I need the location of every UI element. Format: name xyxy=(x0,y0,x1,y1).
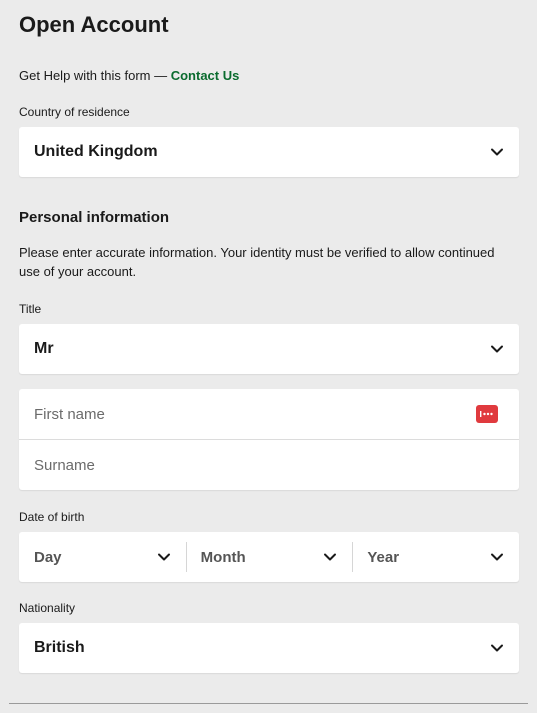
dob-month-value: Month xyxy=(200,548,246,566)
chevron-down-icon xyxy=(490,145,504,159)
name-fields-group xyxy=(19,389,519,490)
dob-month-select[interactable]: Month xyxy=(185,532,353,582)
first-name-row xyxy=(19,389,519,439)
personal-info-description: Please enter accurate information. Your … xyxy=(19,245,495,279)
nationality-value: British xyxy=(34,639,85,656)
personal-info-heading: Personal information xyxy=(19,209,170,226)
nationality-select[interactable]: British xyxy=(19,623,519,673)
country-label: Country of residence xyxy=(19,105,130,119)
dob-select-group: Day Month Year xyxy=(19,532,519,582)
dob-year-value: Year xyxy=(367,548,400,566)
chevron-down-icon xyxy=(490,342,504,356)
surname-row xyxy=(19,439,519,490)
title-label: Title xyxy=(19,302,42,316)
dob-year-select[interactable]: Year xyxy=(352,532,519,582)
dob-day-value: Day xyxy=(34,548,62,566)
password-manager-icon[interactable] xyxy=(476,405,498,423)
nationality-label: Nationality xyxy=(19,601,76,615)
open-account-page: Open Account Get Help with this form — C… xyxy=(0,0,537,713)
help-text: Get Help with this form — xyxy=(19,68,171,83)
title-select[interactable]: Mr xyxy=(19,324,519,374)
contact-us-link[interactable]: Contact Us xyxy=(171,68,240,83)
chevron-down-icon xyxy=(323,550,337,564)
title-value: Mr xyxy=(34,340,54,357)
surname-input[interactable] xyxy=(34,456,504,474)
help-line: Get Help with this form — Contact Us xyxy=(19,68,239,83)
first-name-input[interactable] xyxy=(34,405,476,423)
dob-day-select[interactable]: Day xyxy=(19,532,186,582)
page-title: Open Account xyxy=(19,12,169,37)
chevron-down-icon xyxy=(157,550,171,564)
country-value: United Kingdom xyxy=(34,143,158,160)
dob-label: Date of birth xyxy=(19,510,85,524)
section-divider xyxy=(9,703,528,704)
country-select[interactable]: United Kingdom xyxy=(19,127,519,177)
chevron-down-icon xyxy=(490,550,504,564)
chevron-down-icon xyxy=(490,641,504,655)
